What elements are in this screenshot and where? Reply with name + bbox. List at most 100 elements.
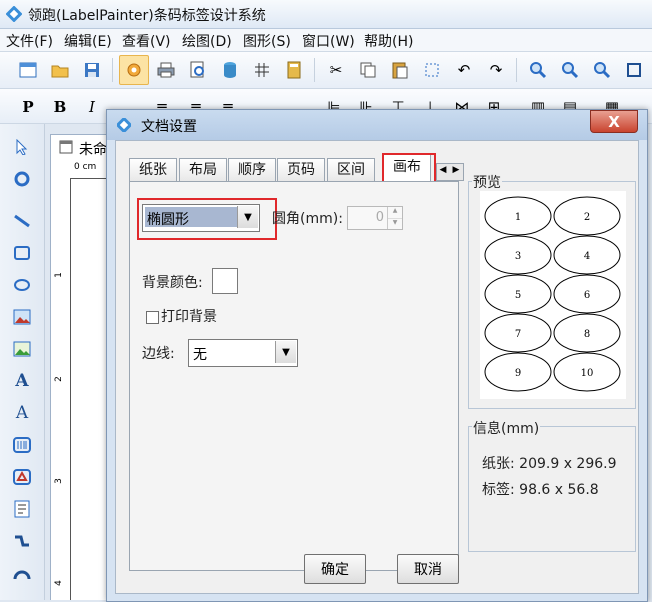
label-preview: 1 2 3 4 5 6 7 8 9 10 bbox=[480, 191, 626, 399]
corner-radius-input: 0 ▲ ▼ bbox=[347, 206, 403, 230]
preview-label-number: 4 bbox=[584, 251, 590, 262]
select-region-icon[interactable] bbox=[420, 58, 444, 82]
border-select[interactable]: 无 ▼ bbox=[188, 339, 298, 367]
document-settings-icon[interactable] bbox=[119, 55, 149, 85]
preview-label-number: 8 bbox=[584, 329, 590, 340]
zoom-fit-icon[interactable] bbox=[590, 58, 614, 82]
close-button[interactable]: X bbox=[590, 110, 638, 133]
bold-button[interactable]: B bbox=[48, 95, 72, 119]
menu-help[interactable]: 帮助(H) bbox=[364, 31, 413, 51]
ruler-tick: 1 bbox=[53, 272, 64, 278]
pointer-icon[interactable] bbox=[9, 134, 35, 160]
preview-label: 预览 bbox=[472, 172, 502, 192]
paper-size-info: 纸张: 209.9 x 296.9 bbox=[482, 456, 617, 472]
app-title: 领跑(LabelPainter)条码标签设计系统 bbox=[28, 8, 266, 24]
menu-shape[interactable]: 图形(S) bbox=[243, 31, 291, 51]
document-tab-label: 未命 bbox=[79, 142, 107, 158]
app-titlebar: 领跑(LabelPainter)条码标签设计系统 bbox=[0, 0, 652, 29]
corner-radius-value: 0 bbox=[375, 210, 384, 225]
info-label: 信息(mm) bbox=[472, 418, 541, 438]
dialog-body: 纸张 布局 顺序 页码 区间 画布 ◀ ▶ 椭圆形 ▼ 圆角(mm): 0 ▲ … bbox=[115, 140, 639, 594]
triangle-icon[interactable] bbox=[9, 464, 35, 490]
rotate-icon[interactable] bbox=[9, 166, 35, 192]
print-preview-icon[interactable] bbox=[186, 58, 210, 82]
preview-label-number: 2 bbox=[584, 212, 590, 223]
qrcode-icon[interactable] bbox=[9, 496, 35, 522]
print-background-checkbox[interactable] bbox=[146, 311, 159, 324]
drawing-tools: A A bbox=[0, 124, 45, 600]
tab-scroll-left-icon[interactable]: ◀ bbox=[437, 165, 449, 175]
italic-button[interactable]: I bbox=[80, 95, 104, 119]
curve-icon[interactable] bbox=[9, 528, 35, 554]
menu-draw[interactable]: 绘图(D) bbox=[182, 31, 232, 51]
close-icon: X bbox=[608, 112, 620, 131]
ruler-tick: 2 bbox=[53, 376, 64, 382]
tab-scroller[interactable]: ◀ ▶ bbox=[436, 163, 464, 181]
corner-radius-stepper: ▲ ▼ bbox=[387, 207, 402, 229]
background-color-label: 背景颜色: bbox=[142, 275, 203, 291]
preview-label-number: 7 bbox=[515, 329, 521, 340]
image-icon[interactable] bbox=[9, 304, 35, 330]
copy-icon[interactable] bbox=[356, 58, 380, 82]
stepper-down-icon: ▼ bbox=[392, 219, 398, 226]
plain-font-button[interactable]: P bbox=[16, 95, 40, 119]
open-folder-icon[interactable] bbox=[48, 58, 72, 82]
redo-icon[interactable]: ↷ bbox=[484, 58, 508, 82]
fullscreen-icon[interactable] bbox=[622, 58, 646, 82]
preview-label-number: 10 bbox=[581, 368, 594, 379]
zoom-out-icon[interactable] bbox=[558, 58, 582, 82]
ellipse-icon[interactable] bbox=[9, 272, 35, 298]
picture-icon[interactable] bbox=[9, 336, 35, 362]
main-toolbar: ✂ ↶ ↷ bbox=[0, 52, 652, 89]
dialog-icon bbox=[117, 118, 131, 132]
paste-icon[interactable] bbox=[388, 58, 412, 82]
cancel-button[interactable]: 取消 bbox=[397, 554, 459, 584]
arc-icon[interactable] bbox=[9, 560, 35, 586]
border-value: 无 bbox=[193, 347, 207, 363]
ruler-unit: 0 cm bbox=[74, 162, 97, 172]
border-label: 边线: bbox=[142, 346, 175, 362]
tab-scroll-right-icon[interactable]: ▶ bbox=[450, 165, 462, 175]
rectangle-icon[interactable] bbox=[9, 240, 35, 266]
new-document-icon[interactable] bbox=[16, 58, 40, 82]
menu-window[interactable]: 窗口(W) bbox=[302, 31, 355, 51]
tab-layout[interactable]: 布局 bbox=[179, 158, 227, 181]
menu-edit[interactable]: 编辑(E) bbox=[64, 31, 112, 51]
dialog-title: 文档设置 bbox=[141, 119, 197, 135]
zoom-in-icon[interactable] bbox=[526, 58, 550, 82]
print-icon[interactable] bbox=[154, 58, 178, 82]
rich-text-icon[interactable]: A bbox=[9, 400, 35, 426]
app-logo-icon bbox=[6, 6, 22, 22]
preview-label-number: 6 bbox=[584, 290, 590, 301]
preview-label-number: 9 bbox=[515, 368, 521, 379]
document-settings-dialog: 文档设置 X 纸张 布局 顺序 页码 区间 画布 ◀ ▶ 椭圆形 ▼ 圆角(mm… bbox=[106, 109, 648, 602]
line-icon[interactable] bbox=[9, 208, 35, 234]
calculator-icon[interactable] bbox=[282, 58, 306, 82]
preview-canvas: 1 2 3 4 5 6 7 8 9 10 bbox=[484, 196, 621, 392]
label-size-info: 标签: 98.6 x 56.8 bbox=[482, 482, 599, 498]
vertical-ruler: 1 2 3 4 bbox=[54, 178, 71, 600]
background-color-swatch[interactable] bbox=[212, 268, 238, 294]
barcode-icon[interactable] bbox=[9, 432, 35, 458]
tab-page-number[interactable]: 页码 bbox=[277, 158, 325, 181]
menu-view[interactable]: 查看(V) bbox=[122, 31, 171, 51]
preview-label-number: 1 bbox=[515, 212, 521, 223]
ok-button[interactable]: 确定 bbox=[304, 554, 366, 584]
stepper-up-icon: ▲ bbox=[388, 207, 402, 219]
tab-paper[interactable]: 纸张 bbox=[129, 158, 177, 181]
text-icon[interactable]: A bbox=[9, 368, 35, 394]
tab-order[interactable]: 顺序 bbox=[228, 158, 276, 181]
save-icon[interactable] bbox=[80, 58, 104, 82]
grid-icon[interactable] bbox=[250, 58, 274, 82]
database-icon[interactable] bbox=[218, 58, 242, 82]
ruler-tick: 3 bbox=[53, 478, 64, 484]
document-icon bbox=[59, 140, 73, 154]
dialog-titlebar[interactable]: 文档设置 X bbox=[107, 110, 647, 140]
cut-icon[interactable]: ✂ bbox=[324, 58, 348, 82]
print-background-label[interactable]: 打印背景 bbox=[161, 306, 217, 326]
horizontal-ruler: 0 cm bbox=[70, 162, 110, 179]
undo-icon[interactable]: ↶ bbox=[452, 58, 476, 82]
tab-range[interactable]: 区间 bbox=[327, 158, 375, 181]
chevron-down-icon[interactable]: ▼ bbox=[275, 341, 296, 363]
menu-file[interactable]: 文件(F) bbox=[6, 31, 53, 51]
